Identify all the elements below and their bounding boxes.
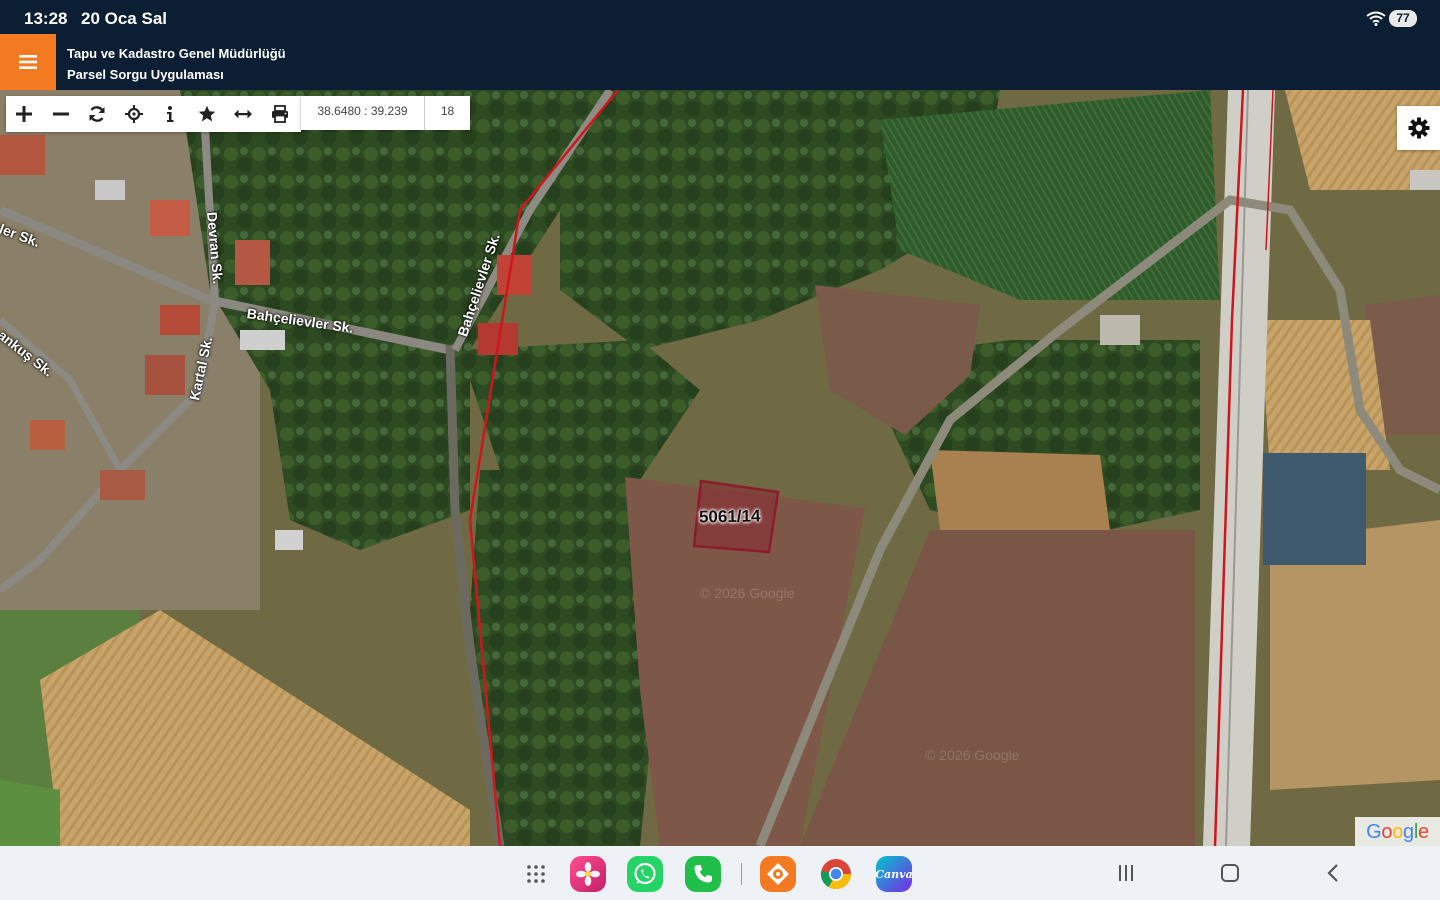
info-icon — [167, 106, 174, 122]
back-icon — [1327, 864, 1338, 882]
battery-indicator: 77 — [1389, 10, 1417, 27]
android-nav-bar: Canva — [0, 846, 1440, 900]
home-button[interactable] — [1217, 860, 1243, 886]
measure-icon — [234, 109, 253, 119]
app-drawer-button[interactable] — [518, 856, 554, 892]
whatsapp-app-icon — [634, 862, 656, 885]
app-header: Tapu ve Kadastro Genel Müdürlüğü Parsel … — [0, 34, 1440, 90]
locate-icon — [124, 105, 143, 123]
map-watermark: © 2026 Google — [700, 585, 795, 601]
tkgm-app-icon — [767, 863, 789, 885]
coordinate-panel: 38.6480 : 39.239 18 — [301, 96, 470, 130]
app-title: Tapu ve Kadastro Genel Müdürlüğü Parsel … — [67, 43, 286, 85]
home-icon — [1221, 864, 1239, 882]
print-button[interactable] — [262, 96, 299, 132]
dock-divider — [741, 863, 742, 885]
canva-app[interactable]: Canva — [875, 856, 913, 892]
info-button[interactable] — [152, 96, 189, 132]
zoom-out-button[interactable] — [43, 96, 80, 132]
parcel-label[interactable]: 5061/14 — [699, 506, 761, 527]
refresh-icon — [89, 106, 105, 122]
menu-button[interactable] — [0, 34, 56, 90]
gallery-app[interactable] — [570, 856, 606, 892]
settings-button[interactable] — [1397, 106, 1440, 150]
minus-icon — [52, 112, 69, 116]
chrome-app[interactable] — [818, 856, 854, 892]
gear-icon — [1408, 117, 1429, 139]
phone-app-icon — [694, 865, 712, 883]
status-time: 13:28 — [24, 9, 68, 28]
status-date: 20 Oca Sal — [81, 9, 168, 28]
hamburger-icon — [19, 55, 37, 69]
chrome-app-icon — [820, 859, 851, 890]
star-icon — [198, 105, 215, 122]
app-title-line2: Parsel Sorgu Uygulaması — [67, 67, 224, 82]
canva-app-icon: Canva — [875, 867, 913, 881]
wifi-icon — [1366, 11, 1386, 26]
zoom-in-button[interactable] — [6, 96, 43, 132]
recents-icon — [1119, 865, 1133, 881]
phone-app[interactable] — [685, 856, 721, 892]
measure-button[interactable] — [225, 96, 262, 132]
satellite-imagery — [0, 90, 1440, 846]
app-drawer-icon — [527, 865, 545, 883]
app-title-line1: Tapu ve Kadastro Genel Müdürlüğü — [67, 46, 286, 61]
plus-icon — [16, 106, 33, 122]
map-toolbar — [6, 96, 301, 132]
print-icon — [271, 105, 288, 123]
locate-button[interactable] — [116, 96, 153, 132]
map-view[interactable]: Bahçelievler Sk. Bahçelievler Sk. Devran… — [0, 90, 1440, 846]
map-watermark: © 2026 Google — [925, 747, 1020, 763]
refresh-button[interactable] — [79, 96, 116, 132]
coordinate-readout: 38.6480 : 39.239 — [301, 96, 425, 130]
recent-apps-button[interactable] — [1113, 860, 1139, 886]
gallery-app-icon — [576, 862, 600, 886]
status-bar: 13:28 20 Oca Sal 77 — [0, 0, 1440, 34]
google-attribution-logo: Google — [1355, 817, 1440, 847]
back-button[interactable] — [1320, 860, 1346, 886]
favorites-button[interactable] — [189, 96, 226, 132]
whatsapp-app[interactable] — [627, 856, 663, 892]
zoom-level-readout: 18 — [440, 104, 455, 118]
tkgm-app[interactable] — [760, 856, 796, 892]
